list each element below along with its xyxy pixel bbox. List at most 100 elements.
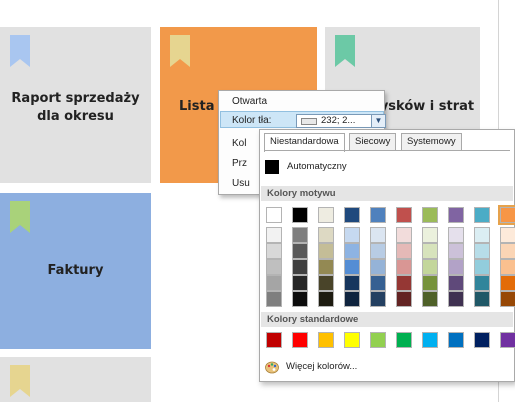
menu-item-label: Kolor tła: xyxy=(232,115,272,126)
theme-shade-swatch[interactable] xyxy=(292,291,308,307)
theme-shade-swatch[interactable] xyxy=(448,227,464,243)
theme-shade-swatch[interactable] xyxy=(422,227,438,243)
theme-swatch[interactable] xyxy=(370,207,386,223)
standard-swatch[interactable] xyxy=(318,332,334,348)
standard-swatch[interactable] xyxy=(448,332,464,348)
standard-swatch[interactable] xyxy=(370,332,386,348)
theme-swatch[interactable] xyxy=(292,207,308,223)
tab-web[interactable]: Siecowy xyxy=(349,133,397,151)
theme-shade-swatch[interactable] xyxy=(396,243,412,259)
chevron-down-icon[interactable]: ▼ xyxy=(371,115,385,127)
standard-swatch[interactable] xyxy=(266,332,282,348)
theme-shade-swatch[interactable] xyxy=(292,259,308,275)
theme-shade-swatch[interactable] xyxy=(500,243,515,259)
bookmark-icon xyxy=(10,201,30,233)
theme-shade-swatch[interactable] xyxy=(500,275,515,291)
theme-shade-swatch[interactable] xyxy=(396,227,412,243)
bookmark-icon xyxy=(170,35,190,67)
color-picker-popup: Niestandardowa Siecowy Systemowy Automat… xyxy=(259,129,515,382)
theme-shade-swatch[interactable] xyxy=(318,291,334,307)
tile-label: Raport sprzedaży dla okresu xyxy=(11,91,140,124)
automatic-label: Automatyczny xyxy=(287,161,347,172)
theme-swatch[interactable] xyxy=(266,207,282,223)
theme-shade-swatch[interactable] xyxy=(318,243,334,259)
tab-system[interactable]: Systemowy xyxy=(401,133,462,151)
theme-shade-swatch[interactable] xyxy=(266,259,282,275)
theme-shade-swatch[interactable] xyxy=(422,275,438,291)
bookmark-icon xyxy=(10,35,30,67)
theme-shade-swatch[interactable] xyxy=(448,243,464,259)
theme-shade-swatch[interactable] xyxy=(474,227,490,243)
menu-item-background-color[interactable]: Kolor tła: 232; 2... ▼ xyxy=(220,111,386,128)
theme-shade-swatch[interactable] xyxy=(448,259,464,275)
combo-value: 232; 2... xyxy=(321,115,356,126)
theme-shade-swatch[interactable] xyxy=(422,243,438,259)
theme-shade-swatch[interactable] xyxy=(448,275,464,291)
theme-shade-swatch[interactable] xyxy=(500,227,515,243)
tile-invoices[interactable]: Faktury xyxy=(0,193,151,349)
theme-swatch[interactable] xyxy=(396,207,412,223)
menu-item-color[interactable]: Kol xyxy=(232,135,246,152)
theme-shade-swatch[interactable] xyxy=(318,259,334,275)
theme-shade-swatch[interactable] xyxy=(370,275,386,291)
theme-shade-swatch[interactable] xyxy=(370,227,386,243)
theme-swatch[interactable] xyxy=(344,207,360,223)
theme-shade-swatch[interactable] xyxy=(500,259,515,275)
theme-swatch[interactable] xyxy=(474,207,490,223)
theme-shade-swatch[interactable] xyxy=(422,291,438,307)
standard-swatch[interactable] xyxy=(344,332,360,348)
theme-shade-swatch[interactable] xyxy=(318,275,334,291)
theme-shade-swatch[interactable] xyxy=(266,227,282,243)
background-color-combo[interactable]: 232; 2... ▼ xyxy=(296,114,386,128)
theme-shade-swatch[interactable] xyxy=(396,275,412,291)
theme-shade-swatch[interactable] xyxy=(318,227,334,243)
theme-colors-heading: Kolory motywu xyxy=(261,186,513,201)
theme-shade-swatch[interactable] xyxy=(266,275,282,291)
theme-shade-swatch[interactable] xyxy=(396,259,412,275)
palette-icon xyxy=(265,360,279,377)
menu-item-move[interactable]: Prz xyxy=(232,155,247,172)
theme-shade-swatch[interactable] xyxy=(266,243,282,259)
theme-shade-swatch[interactable] xyxy=(448,291,464,307)
theme-shade-swatch[interactable] xyxy=(370,243,386,259)
theme-swatch[interactable] xyxy=(498,205,515,225)
theme-shade-swatch[interactable] xyxy=(266,291,282,307)
bookmark-icon xyxy=(335,35,355,67)
theme-shade-swatch[interactable] xyxy=(396,291,412,307)
theme-swatch[interactable] xyxy=(318,207,334,223)
theme-shade-swatch[interactable] xyxy=(344,291,360,307)
standard-swatch[interactable] xyxy=(474,332,490,348)
theme-shade-swatch[interactable] xyxy=(500,291,515,307)
tile-sales-report[interactable]: Raport sprzedaży dla okresu xyxy=(0,27,151,183)
theme-shade-swatch[interactable] xyxy=(474,291,490,307)
theme-swatch[interactable] xyxy=(422,207,438,223)
theme-shade-swatch[interactable] xyxy=(344,259,360,275)
theme-shade-swatch[interactable] xyxy=(370,259,386,275)
standard-colors-heading: Kolory standardowe xyxy=(261,312,513,327)
theme-shade-swatch[interactable] xyxy=(292,275,308,291)
theme-shade-swatch[interactable] xyxy=(344,275,360,291)
standard-swatch[interactable] xyxy=(422,332,438,348)
theme-shade-swatch[interactable] xyxy=(344,227,360,243)
standard-swatch[interactable] xyxy=(500,332,515,348)
menu-item-remove[interactable]: Usu xyxy=(232,175,250,192)
bookmark-icon xyxy=(10,365,30,397)
theme-shade-swatch[interactable] xyxy=(292,227,308,243)
more-colors-label: Więcej kolorów... xyxy=(286,361,358,372)
theme-shade-swatch[interactable] xyxy=(292,243,308,259)
tile-label: Faktury xyxy=(47,263,104,278)
theme-shade-swatch[interactable] xyxy=(370,291,386,307)
theme-shade-swatch[interactable] xyxy=(422,259,438,275)
tile-partial[interactable] xyxy=(0,357,151,402)
theme-shade-swatch[interactable] xyxy=(474,275,490,291)
menu-item-open[interactable]: Otwarta xyxy=(232,93,267,110)
standard-swatch[interactable] xyxy=(292,332,308,348)
theme-shade-swatch[interactable] xyxy=(474,243,490,259)
automatic-swatch xyxy=(265,160,279,174)
standard-swatch[interactable] xyxy=(396,332,412,348)
color-swatch xyxy=(301,118,317,125)
tab-divider xyxy=(264,150,510,151)
theme-swatch[interactable] xyxy=(448,207,464,223)
theme-shade-swatch[interactable] xyxy=(474,259,490,275)
theme-shade-swatch[interactable] xyxy=(344,243,360,259)
